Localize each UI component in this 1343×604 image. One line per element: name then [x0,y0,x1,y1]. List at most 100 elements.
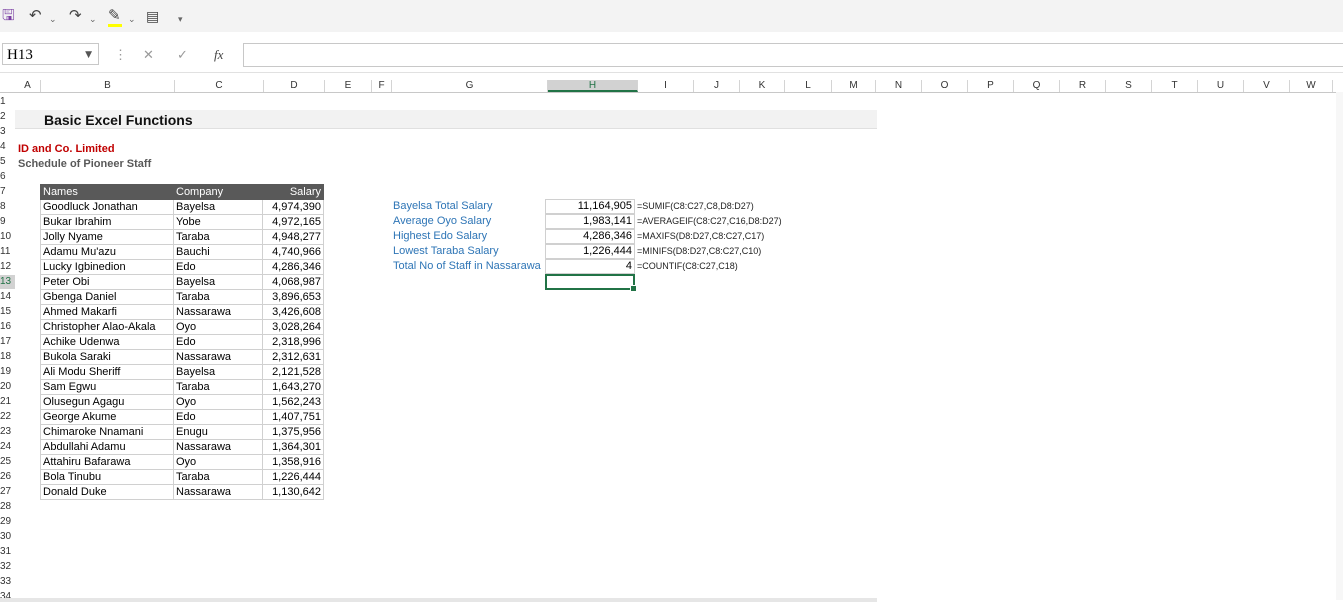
row-header-26[interactable]: 26 [0,470,15,484]
row-header-25[interactable]: 25 [0,455,15,469]
redo-icon[interactable]: ↷ [69,7,82,25]
column-header-v[interactable]: V [1244,80,1290,92]
summary-label[interactable]: Lowest Taraba Salary [393,244,545,259]
cell-name[interactable]: Jolly Nyame [40,229,174,245]
vertical-scrollbar[interactable] [1336,92,1343,600]
undo-icon[interactable]: ↶ [29,7,42,25]
column-header-u[interactable]: U [1198,80,1244,92]
cell-salary[interactable]: 4,740,966 [262,244,324,260]
summary-formula[interactable]: =SUMIF(C8:C27,C8,D8:D27) [637,199,754,214]
cell-company[interactable]: Nassarawa [173,484,263,500]
summary-value[interactable]: 4,286,346 [545,229,635,244]
column-header-k[interactable]: K [740,80,785,92]
row-header-18[interactable]: 18 [0,350,15,364]
row-header-33[interactable]: 33 [0,575,15,589]
summary-formula[interactable]: =MAXIFS(D8:D27,C8:C27,C17) [637,229,764,244]
summary-formula[interactable]: =COUNTIF(C8:C27,C18) [637,259,738,274]
row-header-9[interactable]: 9 [0,215,15,229]
row-header-28[interactable]: 28 [0,500,15,514]
cell-company[interactable]: Nassarawa [173,349,263,365]
row-header-6[interactable]: 6 [0,170,15,184]
row-header-15[interactable]: 15 [0,305,15,319]
row-header-31[interactable]: 31 [0,545,15,559]
cell-name[interactable]: Ahmed Makarfi [40,304,174,320]
row-header-1[interactable]: 1 [0,95,15,109]
cell-salary[interactable]: 3,896,653 [262,289,324,305]
summary-label[interactable]: Average Oyo Salary [393,214,545,229]
column-header-r[interactable]: R [1060,80,1106,92]
cell-salary[interactable]: 4,948,277 [262,229,324,245]
summary-value[interactable]: 1,983,141 [545,214,635,229]
cell-company[interactable]: Yobe [173,214,263,230]
row-header-11[interactable]: 11 [0,245,15,259]
cell-company[interactable]: Nassarawa [173,304,263,320]
column-header-a[interactable]: A [15,80,41,92]
insert-function-icon[interactable]: fx [214,47,223,63]
name-box-dropdown-icon[interactable]: ▼ [85,44,92,66]
row-header-4[interactable]: 4 [0,140,15,154]
cell-company[interactable]: Enugu [173,424,263,440]
cell-salary[interactable]: 4,068,987 [262,274,324,290]
cell-company[interactable]: Bayelsa [173,364,263,380]
column-header-q[interactable]: Q [1014,80,1060,92]
horizontal-scrollbar[interactable] [0,598,877,602]
column-header-h[interactable]: H [548,80,638,92]
column-header-s[interactable]: S [1106,80,1152,92]
cell-salary[interactable]: 4,286,346 [262,259,324,275]
name-box[interactable]: H13 ▼ [2,43,99,65]
summary-label[interactable]: Highest Edo Salary [393,229,545,244]
cell-company[interactable]: Oyo [173,454,263,470]
cell-name[interactable]: Donald Duke [40,484,174,500]
row-header-2[interactable]: 2 [0,110,15,124]
column-header-l[interactable]: L [785,80,832,92]
summary-value[interactable]: 4 [545,259,635,274]
row-header-29[interactable]: 29 [0,515,15,529]
cell-name[interactable]: Ali Modu Sheriff [40,364,174,380]
cell-salary[interactable]: 1,226,444 [262,469,324,485]
cell-salary[interactable]: 4,974,390 [262,199,324,215]
cell-name[interactable]: Adamu Mu'azu [40,244,174,260]
cell-name[interactable]: Abdullahi Adamu [40,439,174,455]
cell-salary[interactable]: 3,426,608 [262,304,324,320]
active-cell-h13[interactable] [545,274,637,292]
column-header-n[interactable]: N [876,80,922,92]
cell-name[interactable]: Sam Egwu [40,379,174,395]
cell-name[interactable]: Bola Tinubu [40,469,174,485]
row-header-19[interactable]: 19 [0,365,15,379]
cell-salary[interactable]: 1,375,956 [262,424,324,440]
row-header-10[interactable]: 10 [0,230,15,244]
row-header-22[interactable]: 22 [0,410,15,424]
summary-value[interactable]: 1,226,444 [545,244,635,259]
fill-color-icon[interactable]: ✎ [108,7,121,25]
row-header-7[interactable]: 7 [0,185,15,199]
cell-name[interactable]: Goodluck Jonathan [40,199,174,215]
summary-value[interactable]: 11,164,905 [545,199,635,214]
summary-formula[interactable]: =MINIFS(D8:D27,C8:C27,C10) [637,244,761,259]
column-header-e[interactable]: E [325,80,372,92]
cell-name[interactable]: Bukar Ibrahim [40,214,174,230]
cell-name[interactable]: Attahiru Bafarawa [40,454,174,470]
column-header-d[interactable]: D [264,80,325,92]
cell-company[interactable]: Taraba [173,289,263,305]
cell-salary[interactable]: 1,358,916 [262,454,324,470]
cell-company[interactable]: Bayelsa [173,274,263,290]
cell-name[interactable]: Lucky Igbinedion [40,259,174,275]
cell-salary[interactable]: 2,318,996 [262,334,324,350]
row-header-24[interactable]: 24 [0,440,15,454]
header-salary[interactable]: Salary [262,184,324,200]
column-header-p[interactable]: P [968,80,1014,92]
column-header-m[interactable]: M [832,80,876,92]
enter-icon[interactable]: ✓ [177,47,188,63]
header-company[interactable]: Company [173,184,263,200]
cell-salary[interactable]: 1,562,243 [262,394,324,410]
column-header-i[interactable]: I [638,80,694,92]
summary-label[interactable]: Total No of Staff in Nassarawa [393,259,545,274]
cell-company[interactable]: Taraba [173,229,263,245]
cell-salary[interactable]: 1,407,751 [262,409,324,425]
row-header-14[interactable]: 14 [0,290,15,304]
cell-name[interactable]: George Akume [40,409,174,425]
fill-handle[interactable] [630,285,637,292]
row-header-16[interactable]: 16 [0,320,15,334]
row-header-5[interactable]: 5 [0,155,15,169]
cell-name[interactable]: Gbenga Daniel [40,289,174,305]
